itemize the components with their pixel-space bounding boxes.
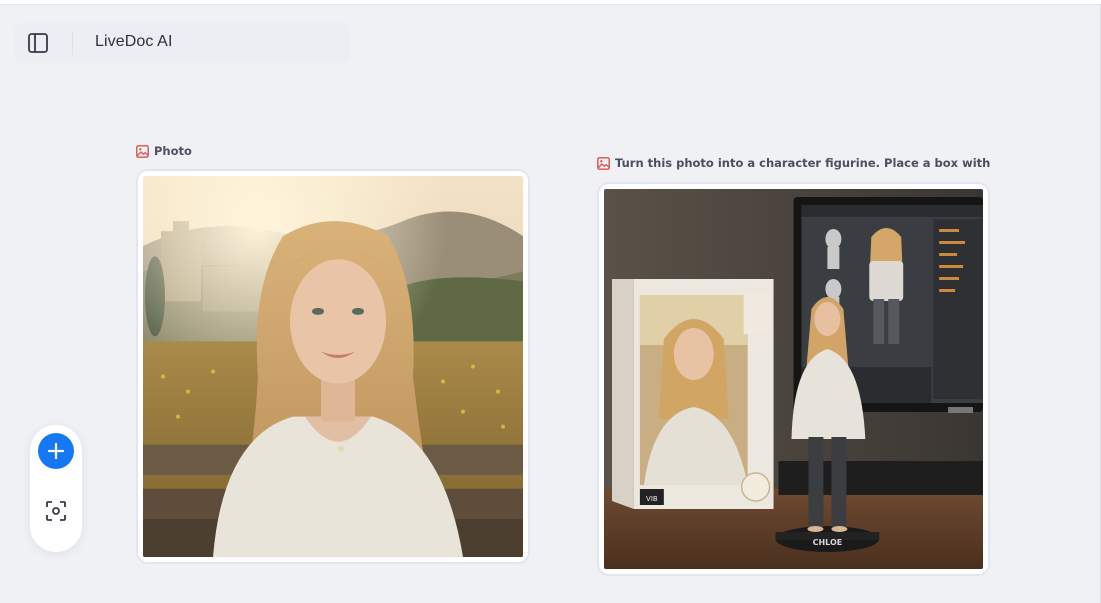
scan-button[interactable] <box>42 497 70 525</box>
image-icon <box>597 156 610 170</box>
photo-card[interactable] <box>136 169 530 564</box>
app-canvas: LiveDoc AI Photo Turn this photo into a … <box>0 4 1101 603</box>
add-button[interactable] <box>38 433 74 469</box>
scan-icon <box>46 501 66 521</box>
box-logo-text: VIB <box>646 495 658 503</box>
header-bar: LiveDoc AI <box>14 23 350 63</box>
prompt-card-label: Turn this photo into a character figurin… <box>597 156 992 170</box>
app-title: LiveDoc AI <box>95 33 173 50</box>
floating-tool-panel <box>30 425 82 552</box>
plus-icon <box>47 442 65 460</box>
photo-card-label: Photo <box>136 144 192 158</box>
figurine-card[interactable]: VIB CHLOE <box>597 182 990 576</box>
sidebar-toggle-button[interactable] <box>22 29 54 57</box>
sidebar-panel-icon <box>28 33 48 53</box>
image-icon <box>136 144 149 158</box>
figurine-base-text: CHLOE <box>813 538 842 547</box>
portrait-photo <box>143 176 523 557</box>
prompt-card-label-text: Turn this photo into a character figurin… <box>615 156 992 170</box>
photo-card-label-text: Photo <box>154 144 192 158</box>
figurine-render-image: VIB CHLOE <box>604 189 983 569</box>
header-divider <box>72 31 73 55</box>
